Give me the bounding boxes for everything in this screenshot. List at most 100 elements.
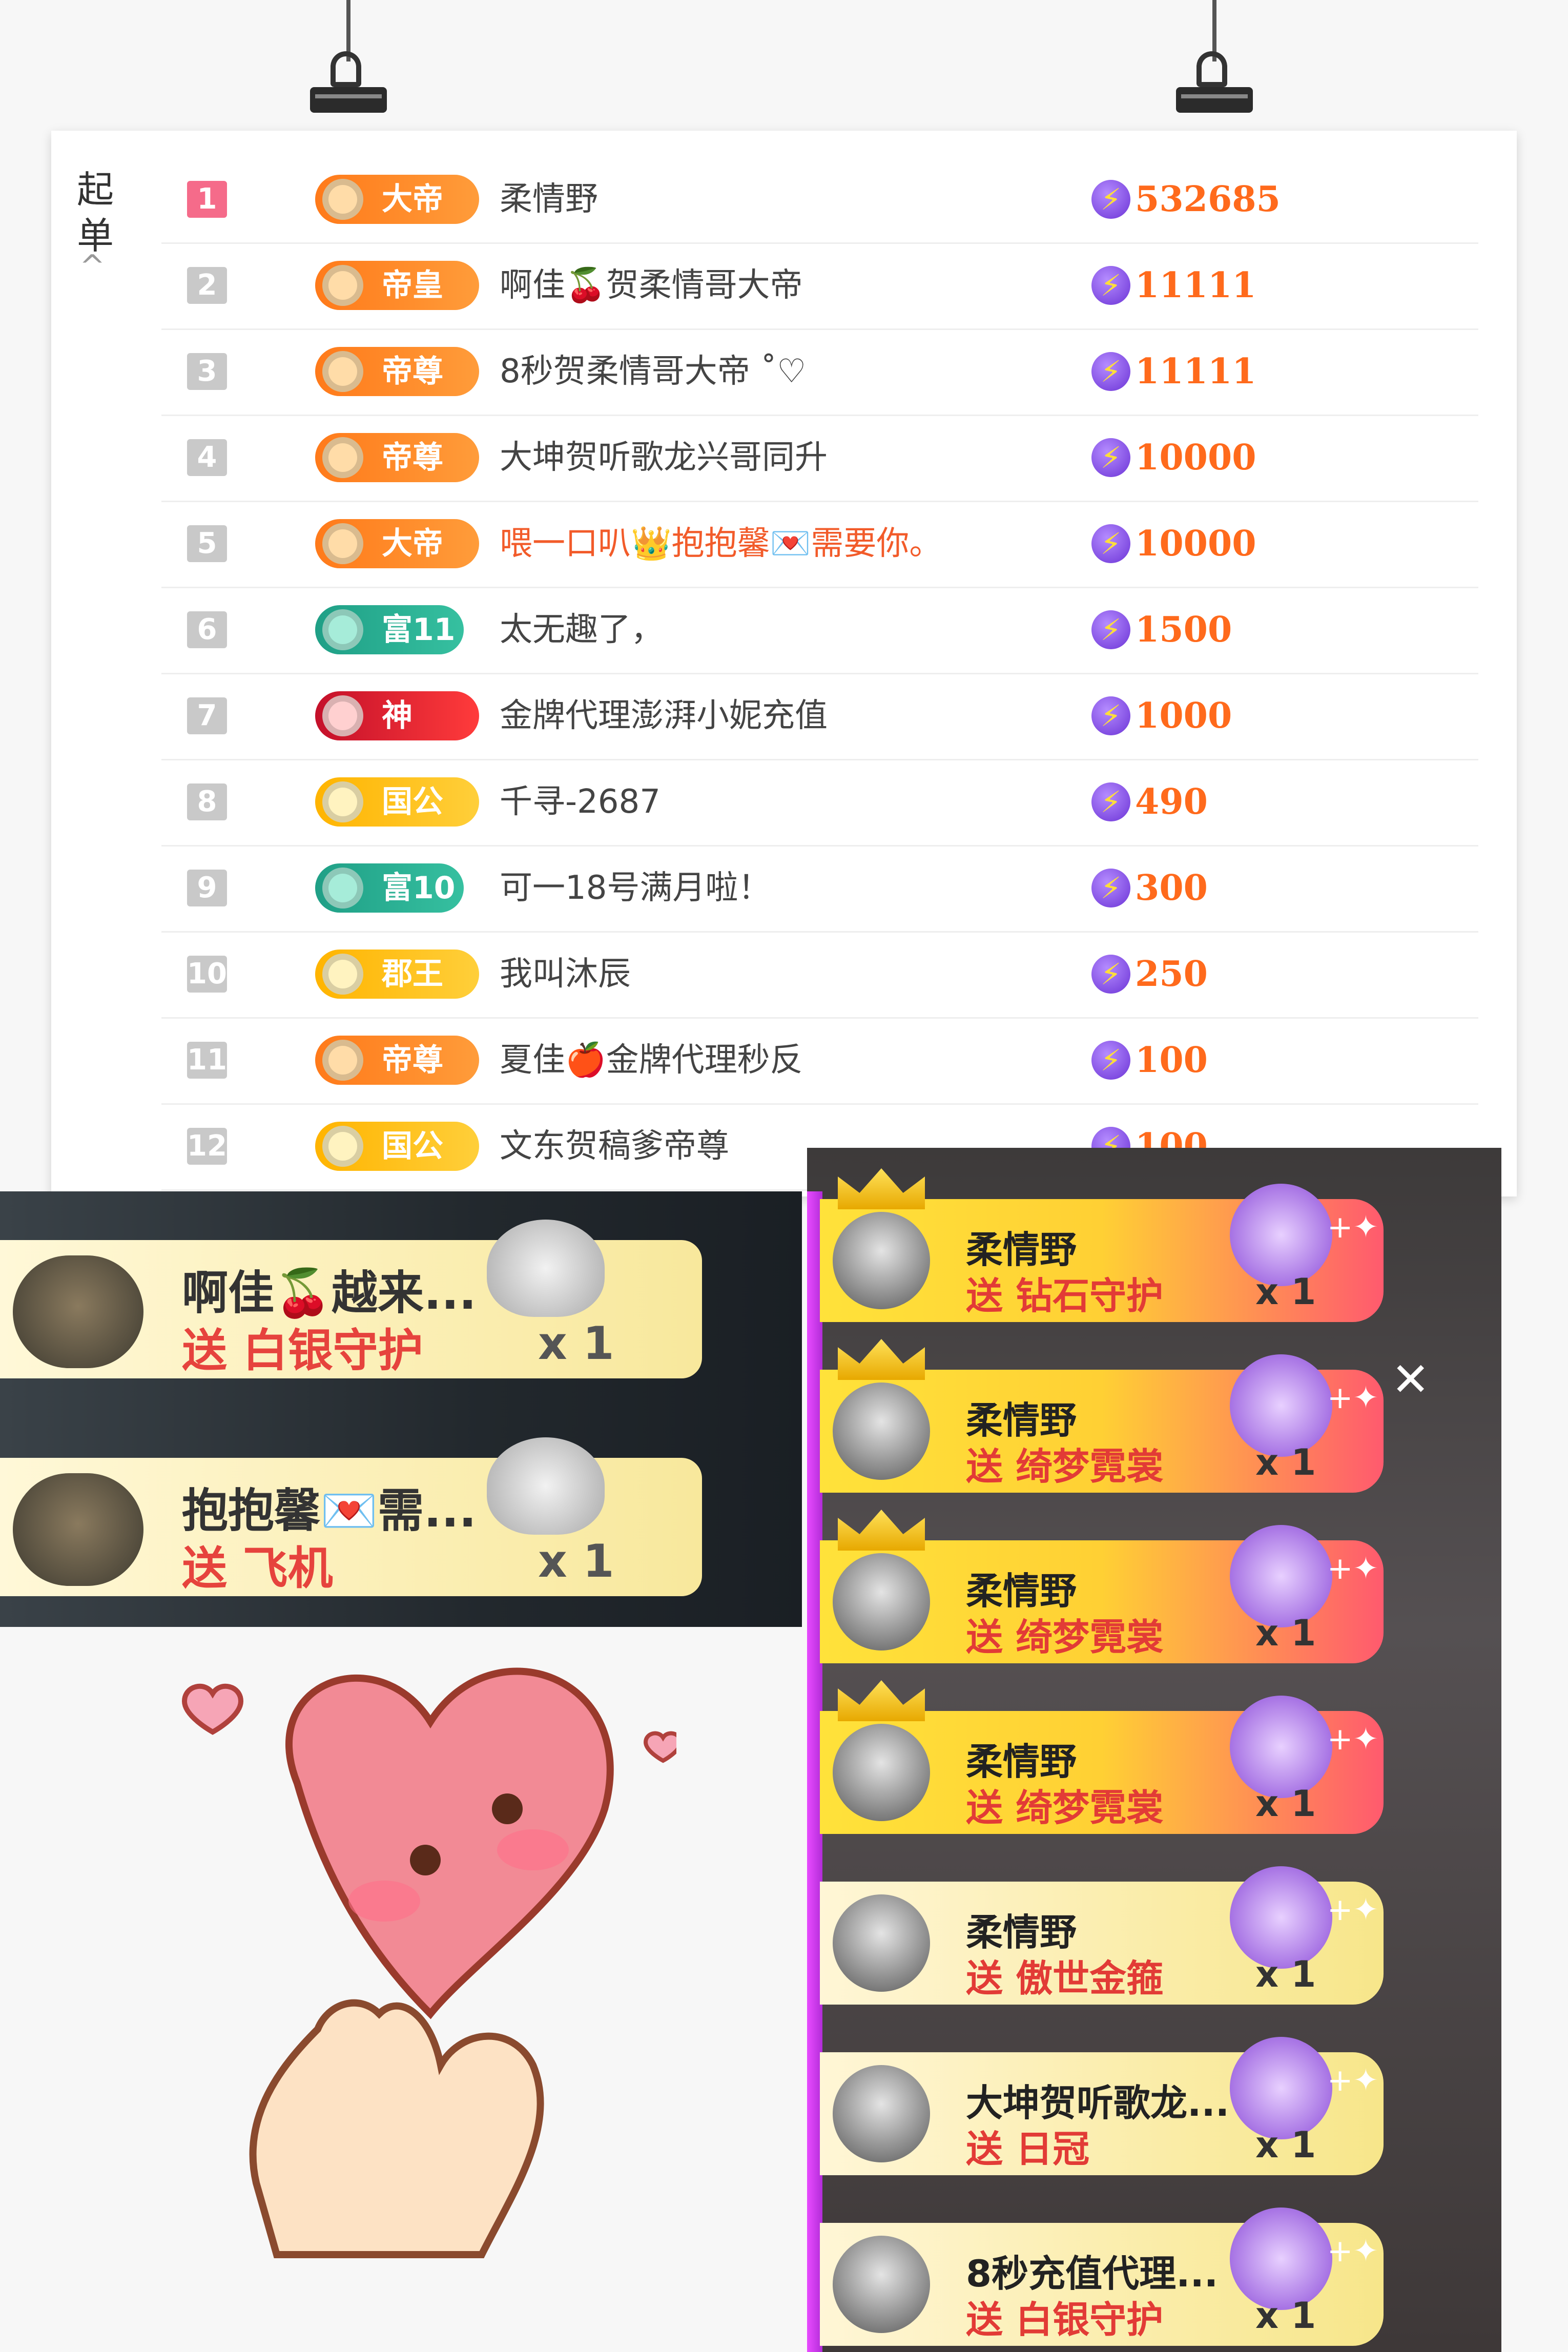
avatar[interactable]: [833, 1383, 930, 1480]
gift-label: 送 绮梦霓裳: [966, 1616, 1164, 1659]
gift-notification[interactable]: +✦ 柔情野送 钻石守护 x 1: [820, 1168, 1384, 1322]
badge-emblem-icon: [322, 954, 363, 995]
gift-notification[interactable]: 抱抱馨💌需... 送 飞机 x 1: [0, 1437, 702, 1596]
leaderboard-row[interactable]: 3 帝尊 8秒贺柔情哥大帝 ˚♡ ⚡ 11111: [161, 328, 1478, 416]
gift-notification[interactable]: +✦ 柔情野送 绮梦霓裳 x 1: [820, 1680, 1384, 1834]
sparkle-icon: +✦: [1327, 2233, 1379, 2269]
gift-count: x 1: [538, 1317, 614, 1370]
rank-number: 5: [187, 525, 227, 562]
contribution-score: 10000: [1135, 523, 1256, 564]
leaderboard-row[interactable]: 9 富10 可一18号满月啦！ ⚡ 300: [161, 845, 1478, 933]
gift-notification[interactable]: +✦ 柔情野送 傲世金箍 x 1: [820, 1866, 1384, 2005]
gift-label: 送 傲世金箍: [966, 1957, 1164, 2000]
badge-label: 帝尊: [382, 1042, 443, 1078]
gift-icon: [487, 1437, 605, 1535]
level-badge: 郡王: [315, 950, 479, 999]
badge-emblem-icon: [322, 523, 363, 564]
avatar[interactable]: [833, 1894, 930, 1992]
heart-sticker: [181, 1667, 676, 2258]
gift-notification[interactable]: +✦ 柔情野送 绮梦霓裳 x 1: [820, 1339, 1384, 1493]
avatar[interactable]: [833, 2236, 930, 2333]
leaderboard-row[interactable]: 7 神 金牌代理澎湃小妮充值 ⚡ 1000: [161, 673, 1478, 760]
leaderboard-row[interactable]: 6 富11 太无趣了， ⚡ 1500: [161, 587, 1478, 674]
sparkle-icon: +✦: [1327, 1721, 1379, 1757]
user-name[interactable]: 夏佳🍎金牌代理秒反: [500, 1036, 803, 1085]
user-name[interactable]: 文东贺稿爹帝尊: [500, 1122, 729, 1171]
badge-emblem-icon: [322, 351, 363, 392]
sparkle-icon: +✦: [1327, 1380, 1379, 1416]
leaderboard-panel: 起单 ^ 1 大帝 柔情野 ⚡ 532685 2 帝皇 啊佳🍒贺柔情哥大帝 ⚡ 11111 3 帝尊 8…: [51, 131, 1517, 1196]
user-name[interactable]: 8秒贺柔情哥大帝 ˚♡: [500, 347, 806, 396]
badge-label: 神: [382, 698, 412, 734]
gift-label: 送 飞机: [182, 1542, 333, 1595]
leaderboard-row[interactable]: 10 郡王 我叫沐辰 ⚡ 250: [161, 931, 1478, 1019]
leaderboard-row[interactable]: 11 帝尊 夏佳🍎金牌代理秒反 ⚡ 100: [161, 1017, 1478, 1105]
user-name[interactable]: 太无趣了，: [500, 605, 664, 654]
sparkle-icon: +✦: [1327, 1892, 1379, 1928]
badge-label: 国公: [382, 1128, 443, 1164]
avatar[interactable]: [833, 2065, 930, 2162]
user-name[interactable]: 可一18号满月啦！: [500, 863, 771, 913]
gift-count: x 1: [1255, 1441, 1316, 1483]
badge-label: 富10: [382, 870, 456, 906]
small-heart-right-icon: [643, 1731, 676, 1763]
gift-count: x 1: [1255, 2295, 1316, 2337]
left-gift-feed: 啊佳🍒越来... 送 白银守护 x 1 抱抱馨💌需... 送 飞机 x 1: [0, 1191, 802, 1627]
user-name[interactable]: 我叫沐辰: [500, 950, 631, 999]
gift-count: x 1: [1255, 1612, 1316, 1654]
rank-number: 9: [187, 870, 227, 906]
leaderboard-row[interactable]: 1 大帝 柔情野 ⚡ 532685: [161, 156, 1478, 244]
badge-label: 郡王: [382, 956, 443, 992]
level-badge: 国公: [315, 777, 479, 827]
contribution-score: 10000: [1135, 437, 1256, 478]
user-name[interactable]: 金牌代理澎湃小妮充值: [500, 691, 828, 740]
gift-label: 送 白银守护: [966, 2298, 1164, 2341]
side-tab-label[interactable]: 起单: [77, 167, 118, 259]
contribution-score: 490: [1135, 781, 1208, 822]
level-badge: 大帝: [315, 519, 479, 568]
user-name[interactable]: 啊佳🍒贺柔情哥大帝: [500, 261, 803, 310]
gift-notification[interactable]: +✦ 8秒充值代理... 送 白银守护 x 1: [820, 2207, 1384, 2346]
gift-notification[interactable]: 啊佳🍒越来... 送 白银守护 x 1: [0, 1220, 702, 1378]
avatar[interactable]: [833, 1212, 930, 1309]
avatar[interactable]: [13, 1473, 143, 1586]
gift-label: 送 日冠: [966, 2128, 1090, 2171]
contribution-score: 1500: [1135, 609, 1232, 650]
badge-emblem-icon: [322, 1040, 363, 1081]
lightning-icon: ⚡: [1091, 782, 1130, 821]
badge-label: 大帝: [382, 181, 443, 217]
badge-label: 帝尊: [382, 440, 443, 476]
avatar[interactable]: [833, 1553, 930, 1650]
leaderboard-row[interactable]: 5 大帝 喂一口叭👑抱抱馨💌需要你。 ⚡ 10000: [161, 501, 1478, 588]
level-badge: 富11: [315, 605, 464, 654]
contribution-score: 11111: [1135, 351, 1256, 392]
badge-label: 富11: [382, 612, 456, 648]
avatar[interactable]: [13, 1255, 143, 1368]
rank-number: 1: [187, 181, 227, 218]
user-name[interactable]: 大坤贺听歌龙兴哥同升: [500, 433, 828, 482]
gift-label: 送 钻石守护: [966, 1274, 1164, 1317]
user-name[interactable]: 柔情野: [500, 175, 598, 224]
rank-number: 4: [187, 439, 227, 476]
lightning-icon: ⚡: [1091, 352, 1130, 391]
gift-notification[interactable]: +✦ 柔情野送 绮梦霓裳 x 1: [820, 1510, 1384, 1663]
level-badge: 国公: [315, 1122, 479, 1171]
user-name[interactable]: 千寻-2687: [500, 777, 661, 827]
rank-number: 3: [187, 353, 227, 390]
badge-emblem-icon: [322, 781, 363, 822]
gift-notification[interactable]: +✦ 大坤贺听歌龙... 送 日冠 x 1: [820, 2037, 1384, 2175]
leaderboard-row[interactable]: 2 帝皇 啊佳🍒贺柔情哥大帝 ⚡ 11111: [161, 242, 1478, 330]
rank-number: 2: [187, 267, 227, 304]
contribution-score: 1000: [1135, 695, 1232, 736]
level-badge: 帝尊: [315, 433, 479, 482]
level-badge: 帝尊: [315, 1036, 479, 1085]
leaderboard-row[interactable]: 8 国公 千寻-2687 ⚡ 490: [161, 759, 1478, 847]
user-name[interactable]: 喂一口叭👑抱抱馨💌需要你。: [500, 519, 942, 568]
sparkle-icon: +✦: [1327, 1551, 1379, 1586]
close-icon[interactable]: ✕: [1391, 1353, 1430, 1407]
gift-count: x 1: [1255, 1783, 1316, 1825]
leaderboard-row[interactable]: 4 帝尊 大坤贺听歌龙兴哥同升 ⚡ 10000: [161, 415, 1478, 502]
rank-number: 12: [187, 1128, 227, 1165]
avatar[interactable]: [833, 1724, 930, 1821]
collapse-caret-icon[interactable]: ^: [79, 249, 105, 284]
